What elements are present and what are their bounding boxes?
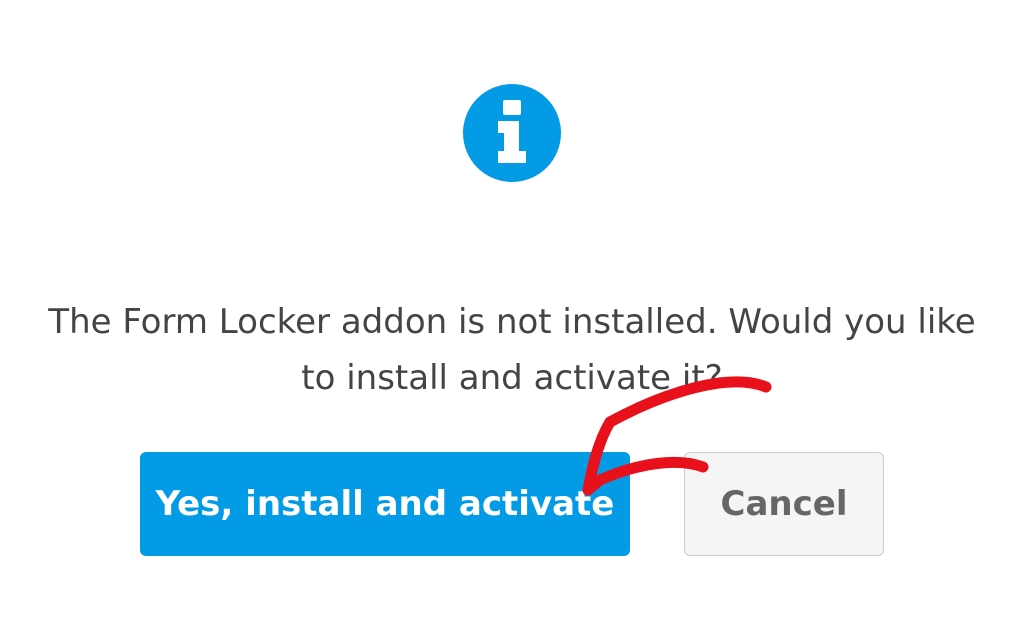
dialog-message: The Form Locker addon is not installed. … <box>48 302 976 398</box>
addon-install-dialog: The Form Locker addon is not installed. … <box>0 0 1024 620</box>
cancel-button[interactable]: Cancel <box>684 452 884 556</box>
install-activate-button[interactable]: Yes, install and activate <box>140 452 630 556</box>
info-circle-icon <box>463 84 561 182</box>
